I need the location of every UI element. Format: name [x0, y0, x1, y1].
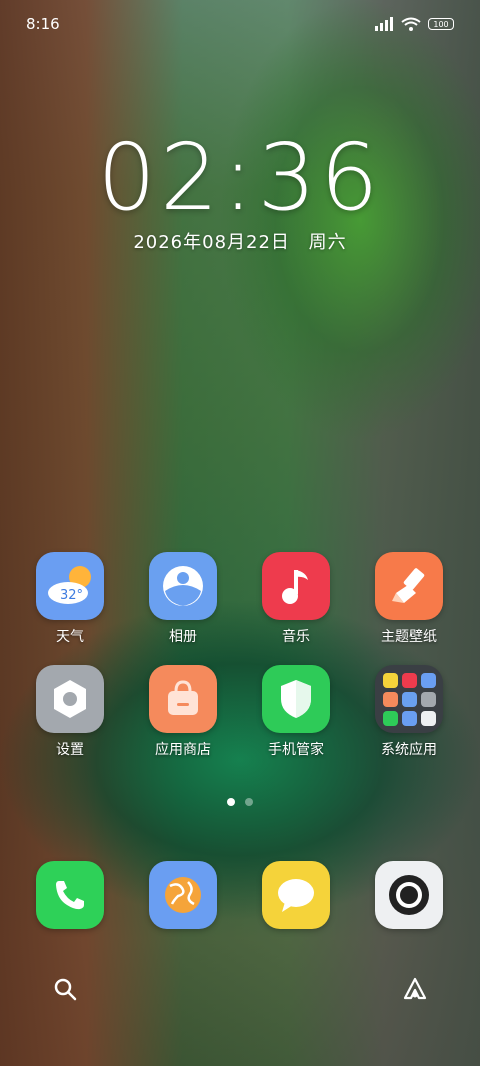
- shopping-bag-icon: [149, 665, 217, 733]
- brush-icon: [375, 552, 443, 620]
- date-text: 2026年08月22日: [133, 232, 290, 253]
- page-dot-2[interactable]: [245, 798, 253, 806]
- dock-messages[interactable]: [241, 861, 351, 929]
- app-label-themes: 主题壁纸: [381, 629, 437, 645]
- app-music[interactable]: 音乐: [241, 552, 351, 646]
- signal-icon: [375, 17, 393, 31]
- app-label-weather: 天气: [56, 629, 84, 645]
- page-indicator[interactable]: [0, 798, 480, 806]
- wifi-icon: [401, 17, 421, 31]
- app-label-security: 手机管家: [268, 742, 324, 758]
- app-settings[interactable]: 设置: [15, 665, 125, 759]
- folder-icon: [375, 665, 443, 733]
- app-label-settings: 设置: [56, 742, 84, 758]
- app-label-music: 音乐: [282, 629, 310, 645]
- app-label-store: 应用商店: [155, 742, 211, 758]
- globe-icon: [149, 861, 217, 929]
- assistant-icon[interactable]: [402, 976, 428, 1002]
- weekday-text: 周六: [308, 232, 347, 253]
- shield-icon: [262, 665, 330, 733]
- app-store[interactable]: 应用商店: [128, 665, 238, 759]
- dock-phone[interactable]: [15, 861, 125, 929]
- status-icons: 100: [374, 17, 454, 31]
- status-time: 8:16: [26, 15, 60, 33]
- app-gallery[interactable]: 相册: [128, 552, 238, 646]
- weather-temp: 32°: [60, 588, 83, 603]
- weather-icon: 32°: [36, 552, 104, 620]
- app-label-gallery: 相册: [169, 629, 197, 645]
- battery-level: 100: [433, 19, 449, 29]
- status-bar: 8:16 100: [0, 0, 480, 48]
- clock-widget[interactable]: 02:36: [0, 132, 480, 224]
- gallery-icon: [149, 552, 217, 620]
- dock-browser[interactable]: [128, 861, 238, 929]
- message-bubble-icon: [262, 861, 330, 929]
- search-icon[interactable]: [52, 976, 78, 1002]
- app-folder-system[interactable]: 系统应用: [354, 665, 464, 759]
- settings-icon: [36, 665, 104, 733]
- dock-camera[interactable]: [354, 861, 464, 929]
- music-note-icon: [262, 552, 330, 620]
- battery-icon: 100: [428, 18, 454, 30]
- phone-icon: [36, 861, 104, 929]
- app-security[interactable]: 手机管家: [241, 665, 351, 759]
- app-themes[interactable]: 主题壁纸: [354, 552, 464, 646]
- camera-icon: [375, 861, 443, 929]
- page-dot-1[interactable]: [227, 798, 235, 806]
- app-label-folder: 系统应用: [381, 742, 437, 758]
- app-weather[interactable]: 32° 天气: [15, 552, 125, 646]
- date-widget: 2026年08月22日 周六: [0, 228, 480, 254]
